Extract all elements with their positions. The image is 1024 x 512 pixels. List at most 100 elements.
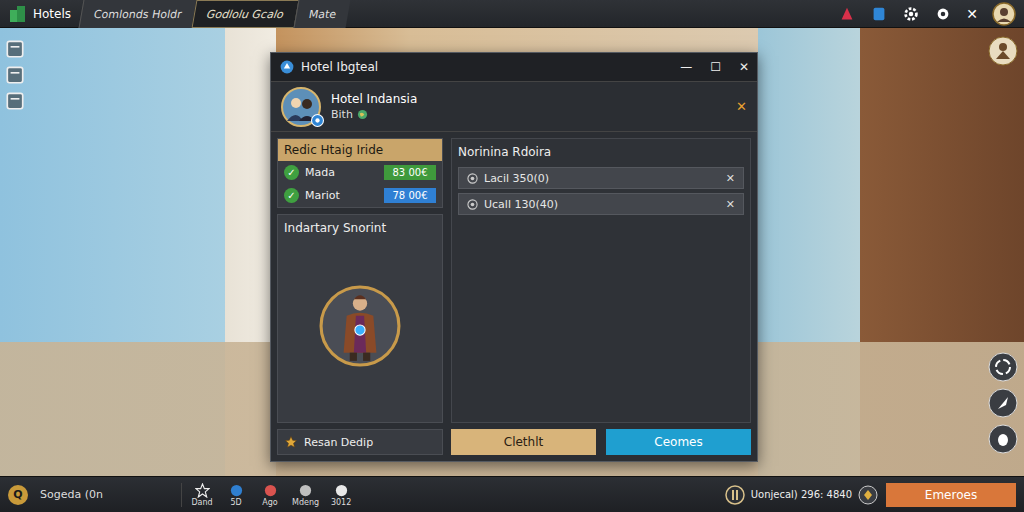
- item-label: 3012: [331, 498, 351, 507]
- hotel-name: Hotel Indansia: [331, 92, 417, 106]
- request-row[interactable]: Ucall 130(40) ✕: [458, 193, 744, 215]
- item-icon: [334, 483, 349, 498]
- item-icon: [263, 483, 278, 498]
- bottom-bar: Q Sogeda (0n Dand 5D Ago Mdeng 3012 Uonj…: [0, 476, 1024, 512]
- star-icon: [284, 435, 298, 449]
- tab[interactable]: Comlonds Holdr: [79, 0, 197, 28]
- window-control-button[interactable]: —: [680, 60, 692, 74]
- rate-panel-title: Redic Htaig Iride: [278, 139, 442, 161]
- header-close-button[interactable]: ✕: [736, 99, 747, 114]
- item-label: 5D: [230, 498, 241, 507]
- hotel-header: Hotel Indansia Bith ✕: [271, 82, 757, 132]
- request-label: Ucall 130(40): [484, 198, 720, 211]
- gear-icon[interactable]: [902, 5, 920, 23]
- hotel-subtitle: Bith: [331, 108, 417, 121]
- window-controls: — ☐ ✕: [680, 60, 749, 74]
- book-icon[interactable]: [870, 5, 888, 23]
- profile-avatar-icon[interactable]: [992, 2, 1016, 26]
- dialog-title: Hotel Ibgteal: [301, 60, 378, 74]
- inventory-panel: Indartary Snorint: [277, 214, 443, 423]
- item-icon: [298, 483, 313, 498]
- resan-dedip-label: Resan Dedip: [304, 436, 373, 449]
- person-icon: [988, 36, 1018, 66]
- tab[interactable]: Mate: [294, 0, 351, 28]
- left-column: Redic Htaig Iride ✓ Mada 83 00€✓ Mariot …: [277, 138, 443, 455]
- requests-title: Norinina Rdoira: [458, 143, 744, 163]
- item-label: Dand: [191, 498, 212, 507]
- request-label: Lacil 350(0): [484, 172, 720, 185]
- rate-row[interactable]: ✓ Mariot 78 00€: [278, 184, 442, 207]
- tab[interactable]: Godlolu Gcalo: [191, 0, 299, 28]
- quick-item[interactable]: 5D: [224, 483, 248, 507]
- verified-badge-icon: [311, 114, 324, 127]
- hotel-room-scene: Hotel Ibgteal —☐✕ Hotel Indansia Bith ✕ …: [0, 28, 1024, 476]
- checkbox[interactable]: ✓: [284, 165, 299, 180]
- currency-text: Uonjecal) 296: 4840: [751, 489, 852, 500]
- item-icon: [195, 483, 210, 498]
- item-icon: [229, 483, 244, 498]
- quick-item[interactable]: Mdeng: [292, 483, 319, 507]
- rate-panel: Redic Htaig Iride ✓ Mada 83 00€✓ Mariot …: [277, 138, 443, 208]
- item-label: Ago: [262, 498, 277, 507]
- right-toolbar: [988, 352, 1018, 454]
- recycle-icon[interactable]: [988, 352, 1018, 382]
- remove-button[interactable]: ✕: [726, 198, 735, 211]
- close-button[interactable]: ✕: [966, 6, 978, 22]
- rate-label: Mariot: [305, 189, 378, 202]
- quick-item[interactable]: Ago: [258, 483, 282, 507]
- price-badge: 83 00€: [384, 165, 436, 180]
- top-bar: Hotels Comlonds HoldrGodlolu GcaloMate ✕: [0, 0, 1024, 28]
- requests-panel: Norinina Rdoira Lacil 350(0) ✕ Ucall 130…: [451, 138, 751, 423]
- window-control-button[interactable]: ✕: [739, 60, 749, 74]
- app-icon: [279, 59, 295, 75]
- top-icons: ✕: [838, 2, 1016, 26]
- remove-button[interactable]: ✕: [726, 172, 735, 185]
- rate-label: Mada: [305, 166, 378, 179]
- action-button[interactable]: Emeroes: [886, 483, 1016, 507]
- dialog-body: Redic Htaig Iride ✓ Mada 83 00€✓ Mariot …: [271, 132, 757, 461]
- bug-icon[interactable]: [988, 424, 1018, 454]
- target-icon: [467, 199, 478, 210]
- window-control-button[interactable]: ☐: [710, 60, 721, 74]
- quick-item[interactable]: 3012: [329, 483, 353, 507]
- coin-icon: [725, 485, 745, 505]
- tab-bar: Comlonds HoldrGodlolu GcaloMate: [81, 0, 349, 28]
- hotel-dialog: Hotel Ibgteal —☐✕ Hotel Indansia Bith ✕ …: [270, 52, 758, 462]
- tool-icon[interactable]: [4, 64, 26, 86]
- dialog-titlebar[interactable]: Hotel Ibgteal — ☐ ✕: [271, 53, 757, 82]
- portrait[interactable]: [284, 235, 436, 416]
- hotel-info: Hotel Indansia Bith: [331, 92, 417, 121]
- resan-dedip-row[interactable]: Resan Dedip: [277, 429, 443, 455]
- primary-button[interactable]: Ceomes: [606, 429, 751, 455]
- search-text: Sogeda (0n: [40, 488, 103, 501]
- right-column: Norinina Rdoira Lacil 350(0) ✕ Ucall 130…: [451, 138, 751, 455]
- target-icon: [467, 173, 478, 184]
- search-field[interactable]: Q Sogeda (0n: [8, 485, 173, 505]
- alert-icon[interactable]: [838, 5, 856, 23]
- rate-row[interactable]: ✓ Mada 83 00€: [278, 161, 442, 184]
- item-label: Mdeng: [292, 498, 319, 507]
- feather-icon[interactable]: [988, 388, 1018, 418]
- secondary-button[interactable]: Clethlt: [451, 429, 596, 455]
- currency-display: Uonjecal) 296: 4840: [725, 485, 878, 505]
- tool-icon[interactable]: [4, 90, 26, 112]
- app-name: Hotels: [33, 7, 71, 21]
- checkbox[interactable]: ✓: [284, 188, 299, 203]
- quick-items: Dand 5D Ago Mdeng 3012: [181, 483, 353, 507]
- inventory-title: Indartary Snorint: [284, 221, 436, 235]
- request-row[interactable]: Lacil 350(0) ✕: [458, 167, 744, 189]
- button-row: Clethlt Ceomes: [451, 429, 751, 455]
- left-toolbar: [4, 38, 26, 112]
- search-button[interactable]: Q: [8, 485, 28, 505]
- hotel-avatar: [281, 87, 321, 127]
- tool-icon[interactable]: [4, 38, 26, 60]
- gem-icon[interactable]: [858, 485, 878, 505]
- character-portrait-icon: [319, 285, 401, 367]
- hotel-logo-icon: [8, 4, 28, 24]
- brand[interactable]: Hotels: [8, 4, 71, 24]
- quick-item[interactable]: Dand: [190, 483, 214, 507]
- right-top-button[interactable]: [988, 36, 1018, 66]
- game-screen: Hotels Comlonds HoldrGodlolu GcaloMate ✕…: [0, 0, 1024, 512]
- settings-icon[interactable]: [934, 5, 952, 23]
- globe-icon: [357, 109, 368, 120]
